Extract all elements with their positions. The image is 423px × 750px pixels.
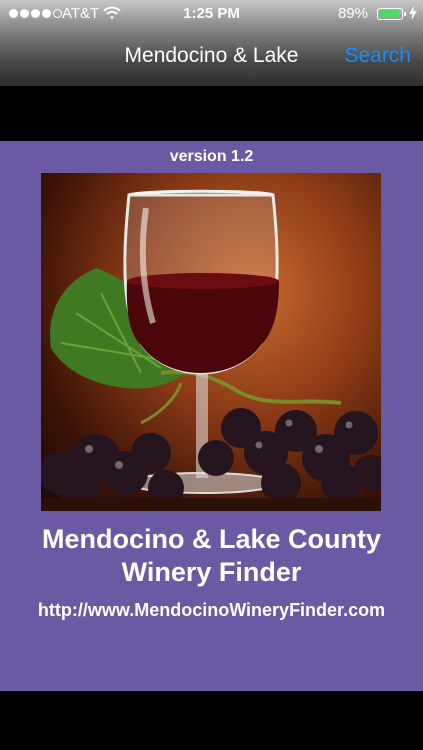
battery-icon [377, 8, 406, 20]
navigation-bar: Mendocino & Lake Search [0, 28, 423, 86]
grape-cluster [41, 408, 381, 511]
battery-percentage: 89% [337, 5, 368, 22]
app-title-line2: Winery Finder [121, 557, 302, 587]
website-link[interactable]: http://www.MendocinoWineryFinder.com [0, 600, 423, 621]
battery-nub [404, 12, 406, 16]
version-label: version 1.2 [169, 148, 254, 165]
charging-bolt-icon [409, 6, 417, 24]
header: AT&T 1:25 PM 89% Mendocino & Lake Search [0, 0, 423, 86]
status-bar: AT&T 1:25 PM 89% [0, 0, 423, 28]
app-title: Mendocino & Lake County Winery Finder [0, 523, 423, 589]
app-title-line1: Mendocino & Lake County [41, 524, 382, 554]
wine-glass-image [41, 173, 381, 511]
splash-panel: version 1.2 Mendocino & Lake County Wine… [0, 141, 423, 691]
battery-fill [379, 10, 399, 18]
search-button[interactable]: Search [344, 44, 411, 68]
